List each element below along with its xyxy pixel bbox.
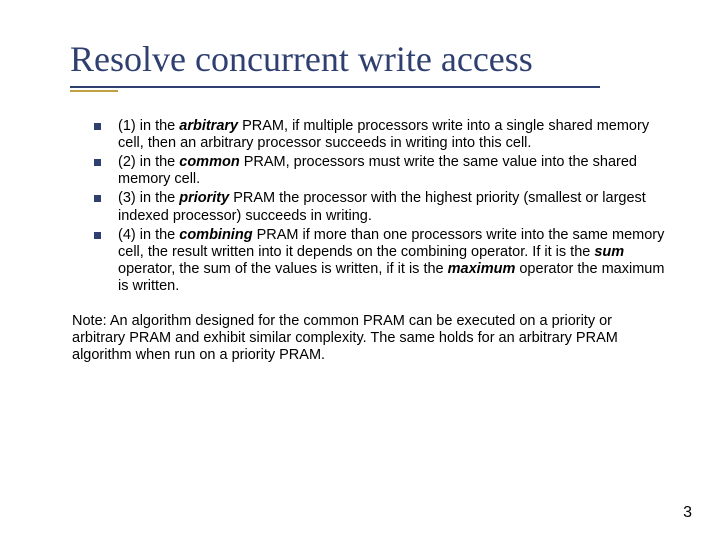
bullet-text-em: combining — [179, 227, 252, 243]
bullet-text-em: arbitrary — [179, 118, 238, 134]
bullet-text-em: common — [179, 154, 239, 170]
underline-long — [70, 86, 600, 88]
bullet-text-pre: (2) in the — [118, 154, 179, 170]
list-item: (3) in the priority PRAM the processor w… — [92, 190, 670, 224]
slide-title: Resolve concurrent write access — [70, 38, 670, 80]
slide: Resolve concurrent write access (1) in t… — [0, 0, 720, 540]
bullet-text-pre: (1) in the — [118, 118, 179, 134]
underline-short — [70, 90, 118, 92]
bullet-text-post2: operator, the sum of the values is writt… — [118, 261, 448, 277]
bullet-text-em: priority — [179, 190, 229, 206]
list-item: (4) in the combining PRAM if more than o… — [92, 227, 670, 295]
bullet-text-em2: sum — [594, 244, 624, 260]
list-item: (2) in the common PRAM, processors must … — [92, 154, 670, 188]
list-item: (1) in the arbitrary PRAM, if multiple p… — [92, 118, 670, 152]
page-number: 3 — [683, 504, 692, 522]
bullet-text-pre: (4) in the — [118, 227, 179, 243]
title-underline — [70, 84, 670, 94]
bullet-list: (1) in the arbitrary PRAM, if multiple p… — [92, 118, 670, 295]
bullet-text-pre: (3) in the — [118, 190, 179, 206]
note-text: Note: An algorithm designed for the comm… — [72, 313, 660, 364]
bullet-text-em3: maximum — [448, 261, 516, 277]
